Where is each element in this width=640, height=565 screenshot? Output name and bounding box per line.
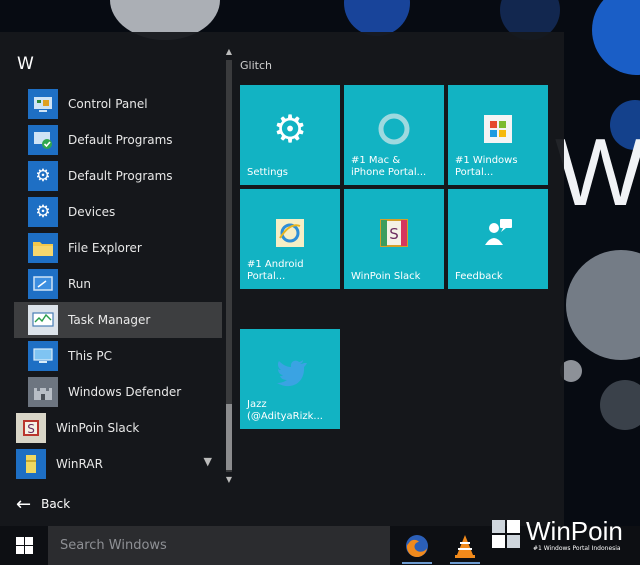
back-button[interactable]: ← Back	[14, 492, 104, 516]
tile-settings[interactable]: ⚙ Settings	[240, 85, 340, 185]
tile-label: #1 Mac & iPhone Portal...	[351, 155, 427, 178]
ie-icon	[270, 213, 310, 253]
bokeh-light	[600, 380, 640, 430]
back-label: Back	[41, 497, 71, 511]
firefox-icon	[406, 534, 428, 557]
tile-label: Feedback	[455, 271, 503, 282]
app-label: Windows Defender	[68, 385, 182, 399]
wallpaper-brand-text: Win	[555, 119, 640, 226]
folder-icon	[28, 233, 58, 263]
app-label: Default Programs	[68, 169, 173, 183]
taskbar-app-vlc[interactable]	[446, 530, 484, 564]
tile-winpoin-slack[interactable]: S WinPoin Slack	[344, 189, 444, 289]
app-label: WinPoin Slack	[56, 421, 140, 435]
app-item-devices[interactable]: ⚙ Devices	[14, 194, 222, 230]
bokeh-light	[592, 0, 640, 75]
default-programs-icon	[28, 125, 58, 155]
tile-label: #1 Windows Portal...	[455, 155, 518, 178]
app-label: Default Programs	[68, 133, 173, 147]
tile-feedback[interactable]: Feedback	[448, 189, 548, 289]
tile-group-title[interactable]: Glitch	[240, 59, 272, 72]
winpoin-watermark: WinPoin #1 Windows Portal Indonesia	[490, 516, 640, 556]
app-item-this-pc[interactable]: This PC	[14, 338, 222, 374]
app-list-scrollbar[interactable]: ▲ ▼	[224, 46, 234, 486]
scroll-down-arrow-icon[interactable]: ▼	[224, 474, 234, 486]
tile-android-portal[interactable]: #1 Android Portal...	[240, 189, 340, 289]
office-icon	[478, 109, 518, 149]
winpoin-logo-icon	[492, 520, 520, 548]
control-panel-icon	[28, 89, 58, 119]
app-item-windows-defender[interactable]: Windows Defender	[14, 374, 222, 410]
bokeh-light	[344, 0, 410, 36]
winrar-icon	[16, 449, 46, 479]
scroll-thumb[interactable]	[226, 404, 232, 470]
tile-mac-iphone-portal[interactable]: #1 Mac & iPhone Portal...	[344, 85, 444, 185]
slack-icon: S	[16, 413, 46, 443]
gear-icon: ⚙	[28, 161, 58, 191]
app-item-file-explorer[interactable]: File Explorer	[14, 230, 222, 266]
watermark-subtitle: #1 Windows Portal Indonesia	[533, 545, 621, 552]
task-manager-icon	[28, 305, 58, 335]
app-item-winpoin-slack[interactable]: S WinPoin Slack	[14, 410, 222, 446]
search-input[interactable]	[48, 526, 390, 565]
tile-label: #1 Android Portal...	[247, 259, 304, 282]
start-menu: W Control Panel Default Programs ⚙ Defau…	[0, 32, 564, 526]
taskbar-search-box[interactable]	[48, 526, 390, 565]
letter-group-heading[interactable]: W	[17, 54, 34, 74]
app-label: This PC	[68, 349, 112, 363]
scroll-up-arrow-icon[interactable]: ▲	[224, 46, 234, 58]
windows-logo-icon	[15, 537, 33, 554]
app-item-default-programs-settings[interactable]: ⚙ Default Programs	[14, 158, 222, 194]
tile-windows-portal[interactable]: #1 Windows Portal...	[448, 85, 548, 185]
app-item-run[interactable]: Run	[14, 266, 222, 302]
gear-icon: ⚙	[28, 197, 58, 227]
tile-label: Jazz (@AdityaRizk...	[247, 399, 323, 422]
svg-text:S: S	[389, 225, 399, 243]
app-label: Run	[68, 277, 92, 291]
tile-label: WinPoin Slack	[351, 271, 421, 282]
tile-twitter[interactable]: Jazz (@AdityaRizk...	[240, 329, 340, 429]
bokeh-light	[566, 250, 640, 360]
taskbar-app-firefox[interactable]	[398, 530, 436, 564]
run-icon	[28, 269, 58, 299]
all-apps-list: Control Panel Default Programs ⚙ Default…	[14, 86, 222, 486]
app-item-task-manager[interactable]: Task Manager	[14, 302, 222, 338]
feedback-icon	[478, 213, 518, 253]
app-item-default-programs[interactable]: Default Programs	[14, 122, 222, 158]
back-arrow-icon: ←	[16, 493, 32, 515]
computer-icon	[28, 341, 58, 371]
app-label: Control Panel	[68, 97, 148, 111]
tile-label: Settings	[247, 167, 289, 178]
castle-icon	[28, 377, 58, 407]
app-label: Task Manager	[68, 313, 151, 327]
svg-text:S: S	[27, 422, 35, 436]
chevron-down-icon[interactable]: ▼	[204, 455, 212, 468]
ring-icon	[374, 109, 414, 149]
watermark-text: WinPoin	[526, 516, 623, 546]
app-label: Devices	[68, 205, 116, 219]
twitter-bird-icon	[270, 353, 310, 393]
app-label: File Explorer	[68, 241, 142, 255]
app-label: WinRAR	[56, 457, 103, 471]
start-button[interactable]	[0, 526, 48, 565]
gear-icon: ⚙	[272, 107, 308, 151]
slack-icon: S	[374, 213, 414, 253]
vlc-cone-icon	[455, 534, 475, 558]
app-item-control-panel[interactable]: Control Panel	[14, 86, 222, 122]
app-item-winrar[interactable]: WinRAR ▼	[14, 446, 222, 482]
